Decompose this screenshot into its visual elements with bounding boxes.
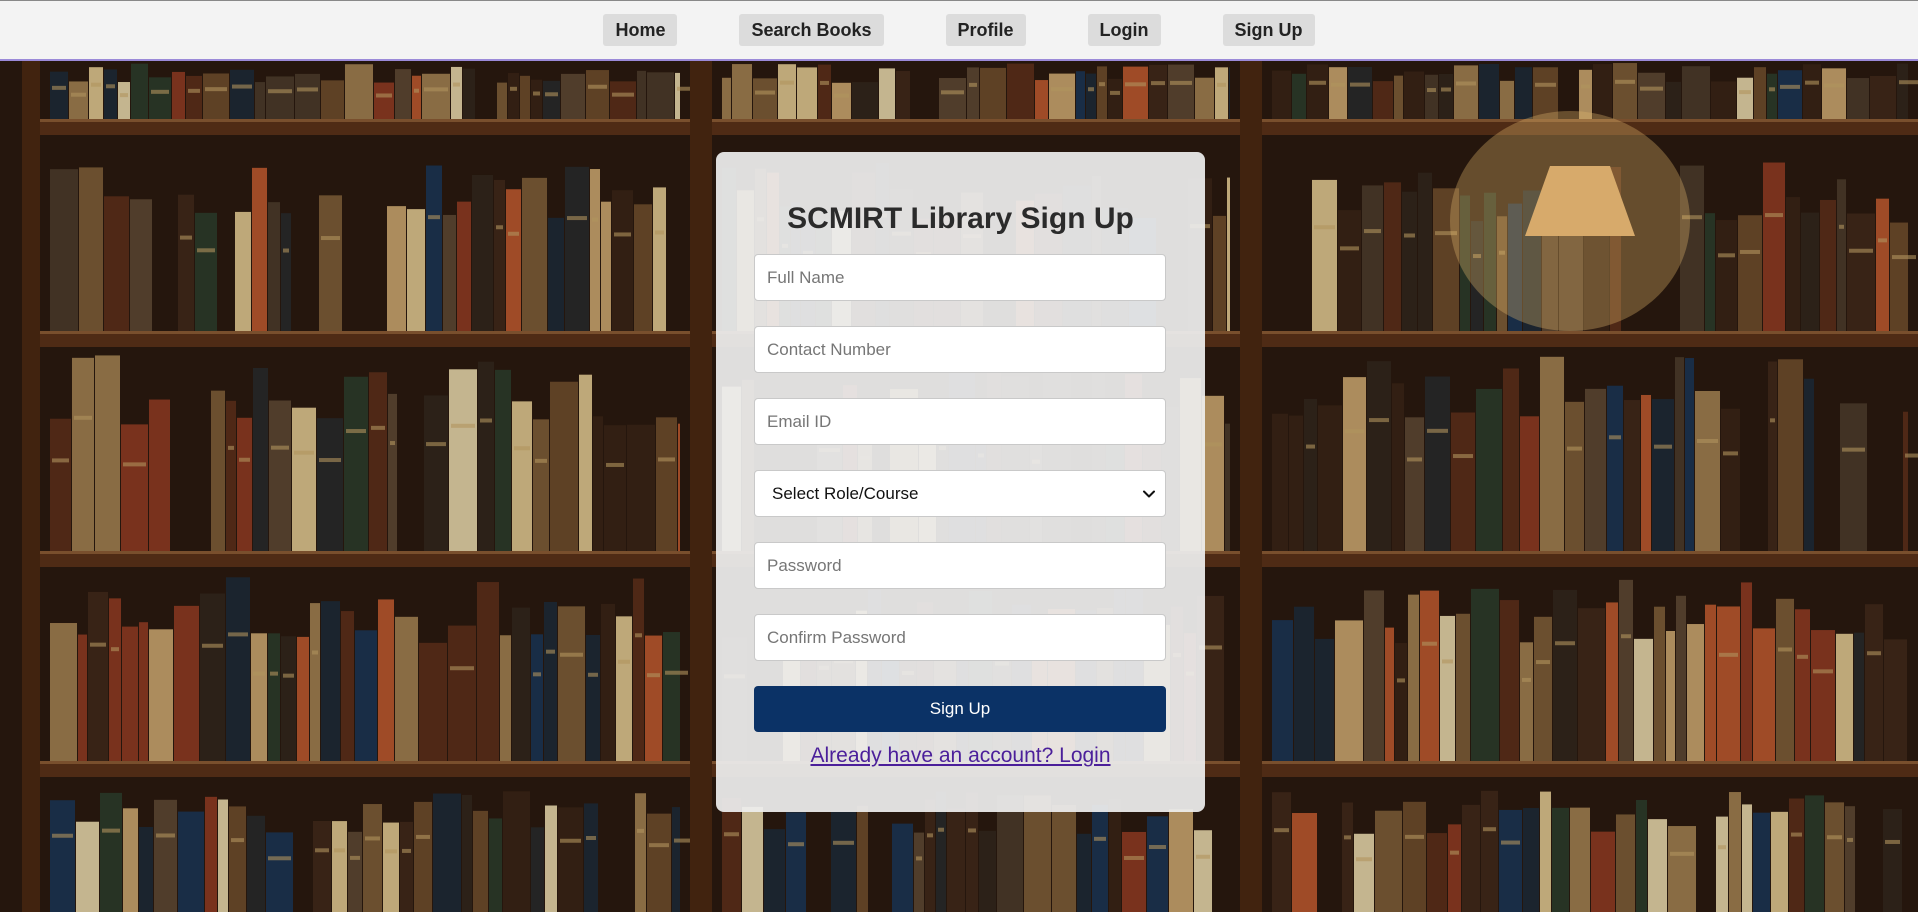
sign-up-submit-button[interactable]: Sign Up <box>754 686 1166 732</box>
password-input[interactable] <box>754 542 1166 589</box>
nav-sign-up-button[interactable]: Sign Up <box>1222 14 1315 46</box>
sign-up-title: SCMIRT Library Sign Up <box>787 202 1134 235</box>
top-navigation-bar: Home Search Books Profile Login Sign Up <box>0 0 1918 61</box>
role-course-select[interactable]: Select Role/Course <box>754 470 1166 517</box>
login-link[interactable]: Already have an account? Login <box>754 744 1167 768</box>
nav-login-button[interactable]: Login <box>1087 14 1161 46</box>
chevron-down-icon <box>1143 490 1155 498</box>
nav-profile-button[interactable]: Profile <box>945 14 1026 46</box>
nav-home-button[interactable]: Home <box>603 14 678 46</box>
sign-up-card: SCMIRT Library Sign Up Select Role/Cours… <box>716 152 1205 812</box>
contact-number-input[interactable] <box>754 326 1166 373</box>
confirm-password-input[interactable] <box>754 614 1166 661</box>
role-course-selected-value: Select Role/Course <box>772 483 919 503</box>
nav-search-books-button[interactable]: Search Books <box>739 14 884 46</box>
full-name-input[interactable] <box>754 254 1166 301</box>
email-input[interactable] <box>754 398 1166 445</box>
